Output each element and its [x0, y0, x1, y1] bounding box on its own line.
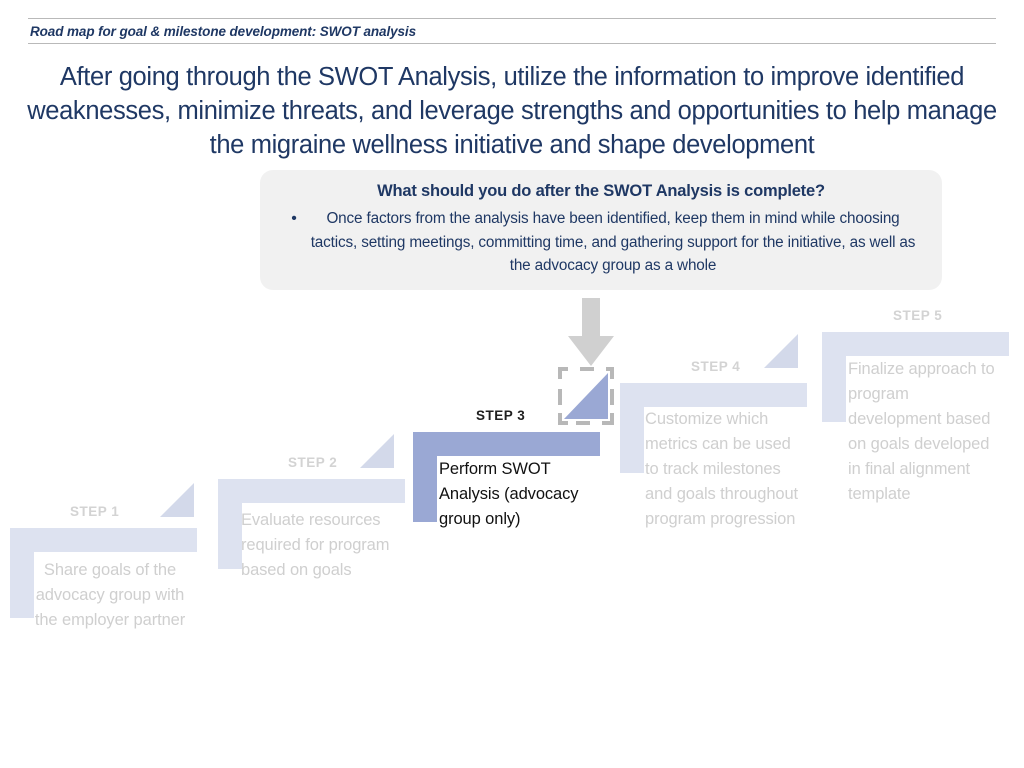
step-label-2: STEP 2 [288, 455, 338, 470]
step-text-5: Finalize approach to program development… [848, 360, 995, 503]
step-bar-top-2 [218, 479, 405, 503]
step-text-4: Customize which metrics can be used to t… [645, 410, 799, 528]
step-bar-left-3 [413, 432, 437, 522]
step-bar-top-5 [822, 332, 1009, 356]
step-bar-top-1 [10, 528, 197, 552]
step-bar-left-1 [10, 528, 34, 618]
step-corner-accent-4 [764, 334, 798, 368]
step-text-1: Share goals of the advocacy group with t… [34, 561, 186, 629]
step-bar-top-4 [620, 383, 807, 407]
step-text-3: Perform SWOT Analysis (advocacy group on… [439, 460, 579, 528]
step-bar-left-5 [822, 332, 846, 422]
step-corner-accent-1 [160, 483, 194, 517]
step-label-1: STEP 1 [70, 504, 120, 519]
image-placeholder-icon [558, 367, 614, 425]
step-corner-accent-2 [360, 434, 394, 468]
staircase-diagram: STEP 1 Share goals of the advocacy group… [0, 0, 1024, 768]
step-bar-left-2 [218, 479, 242, 569]
step-label-4: STEP 4 [691, 359, 741, 374]
step-bar-top-3 [413, 432, 600, 456]
step-text-2: Evaluate resources required for program … [241, 511, 390, 579]
step-bar-left-4 [620, 383, 644, 473]
down-arrow-icon [568, 298, 614, 366]
step-label-3: STEP 3 [476, 408, 526, 423]
step-label-5: STEP 5 [893, 308, 943, 323]
